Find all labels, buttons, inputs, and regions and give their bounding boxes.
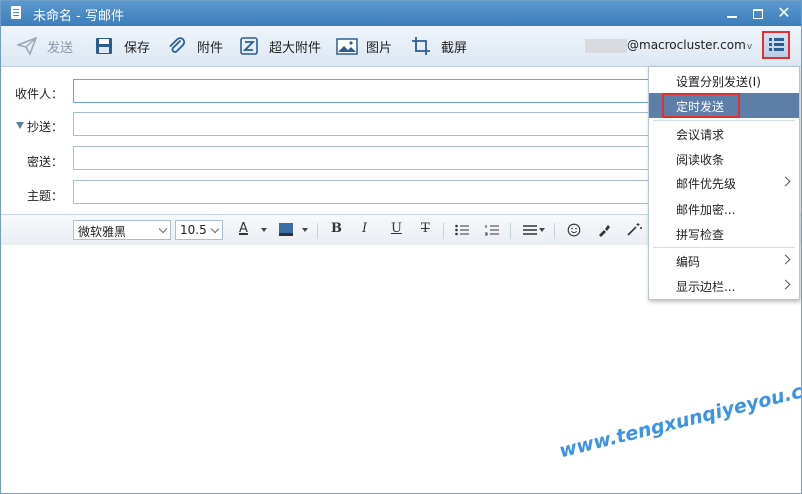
menu-item-show-sidebar[interactable]: 显示边栏... [649, 273, 799, 298]
chevron-right-icon [780, 176, 791, 187]
menu-item-scheduled-send[interactable]: 定时发送 [649, 93, 799, 118]
font-color-dropdown-icon[interactable] [261, 228, 267, 232]
chevron-down-icon [158, 224, 168, 234]
subject-label: 主题： [26, 189, 63, 203]
attach-button[interactable]: 附件 [167, 26, 223, 66]
highlight-color-icon[interactable] [279, 223, 293, 236]
bcc-label: 密送： [26, 155, 63, 169]
maximize-button[interactable] [749, 4, 767, 22]
send-icon [15, 36, 38, 56]
chevron-right-icon [780, 254, 791, 265]
strikethrough-button[interactable]: T [421, 221, 430, 236]
numbered-list-icon[interactable] [485, 224, 499, 239]
save-button[interactable]: 保存 [94, 26, 150, 66]
menu-item-encoding[interactable]: 编码 [649, 248, 799, 273]
main-toolbar: 发送 保存 附件 超大附件 图片 截屏 @macrocluster.comv [1, 26, 801, 67]
menu-item-priority[interactable]: 邮件优先级 [649, 170, 799, 195]
send-button[interactable]: 发送 [15, 26, 73, 66]
italic-button[interactable]: I [362, 221, 367, 236]
image-button[interactable]: 图片 [336, 26, 392, 66]
magic-wand-icon[interactable] [627, 222, 643, 239]
align-dropdown-icon[interactable] [539, 228, 545, 232]
floppy-icon [94, 36, 114, 56]
font-color-icon[interactable]: A [239, 221, 248, 236]
close-button[interactable]: ✕ [775, 4, 793, 22]
sender-account[interactable]: @macrocluster.comv [585, 38, 752, 53]
highlight-color-dropdown-icon[interactable] [302, 228, 308, 232]
menu-item-encrypt[interactable]: 邮件加密... [649, 196, 799, 221]
large-attach-button[interactable]: 超大附件 [239, 26, 321, 66]
chevron-down-icon: v [746, 42, 753, 52]
emoji-icon[interactable] [567, 223, 581, 240]
window-title: 未命名 - 写邮件 [33, 9, 124, 24]
cc-label: 抄送： [26, 120, 63, 134]
font-family-select[interactable]: 微软雅黑 [73, 220, 171, 240]
large-attachment-icon [239, 36, 259, 56]
document-icon [11, 6, 21, 19]
bcc-input[interactable] [73, 146, 673, 170]
redacted-account-prefix [585, 38, 627, 53]
font-size-select[interactable]: 10.5 [175, 220, 223, 240]
chevron-right-icon [780, 279, 791, 290]
menu-item-meeting-request[interactable]: 会议请求 [649, 121, 799, 146]
format-painter-icon[interactable] [597, 223, 611, 240]
paperclip-icon [167, 36, 187, 56]
compose-window: 未命名 - 写邮件 ✕ 发送 保存 附件 超大附件 图片 截屏 @macrocl… [0, 0, 802, 494]
menu-item-read-receipt[interactable]: 阅读收条 [649, 146, 799, 171]
title-bar: 未命名 - 写邮件 ✕ [1, 1, 801, 26]
more-options-menu-button[interactable] [762, 31, 790, 59]
menu-item-spell-check[interactable]: 拼写检查 [649, 221, 799, 246]
bold-button[interactable]: B [331, 221, 342, 236]
menu-item-separate-send[interactable]: 设置分别发送(I) [649, 68, 799, 93]
chevron-down-icon [210, 224, 220, 234]
underline-button[interactable]: U [391, 221, 402, 236]
more-options-menu: 设置分别发送(I) 定时发送 会议请求 阅读收条 邮件优先级 邮件加密... 拼… [648, 66, 800, 300]
screenshot-button[interactable]: 截屏 [411, 26, 467, 66]
to-label: 收件人： [14, 87, 63, 101]
bullet-list-icon[interactable] [455, 224, 469, 239]
picture-icon [336, 36, 358, 56]
subject-input[interactable] [73, 180, 673, 204]
to-input[interactable] [73, 79, 673, 103]
cc-input[interactable] [73, 112, 673, 136]
align-icon[interactable] [523, 224, 537, 239]
crop-icon [411, 36, 431, 56]
minimize-button[interactable] [723, 4, 741, 22]
